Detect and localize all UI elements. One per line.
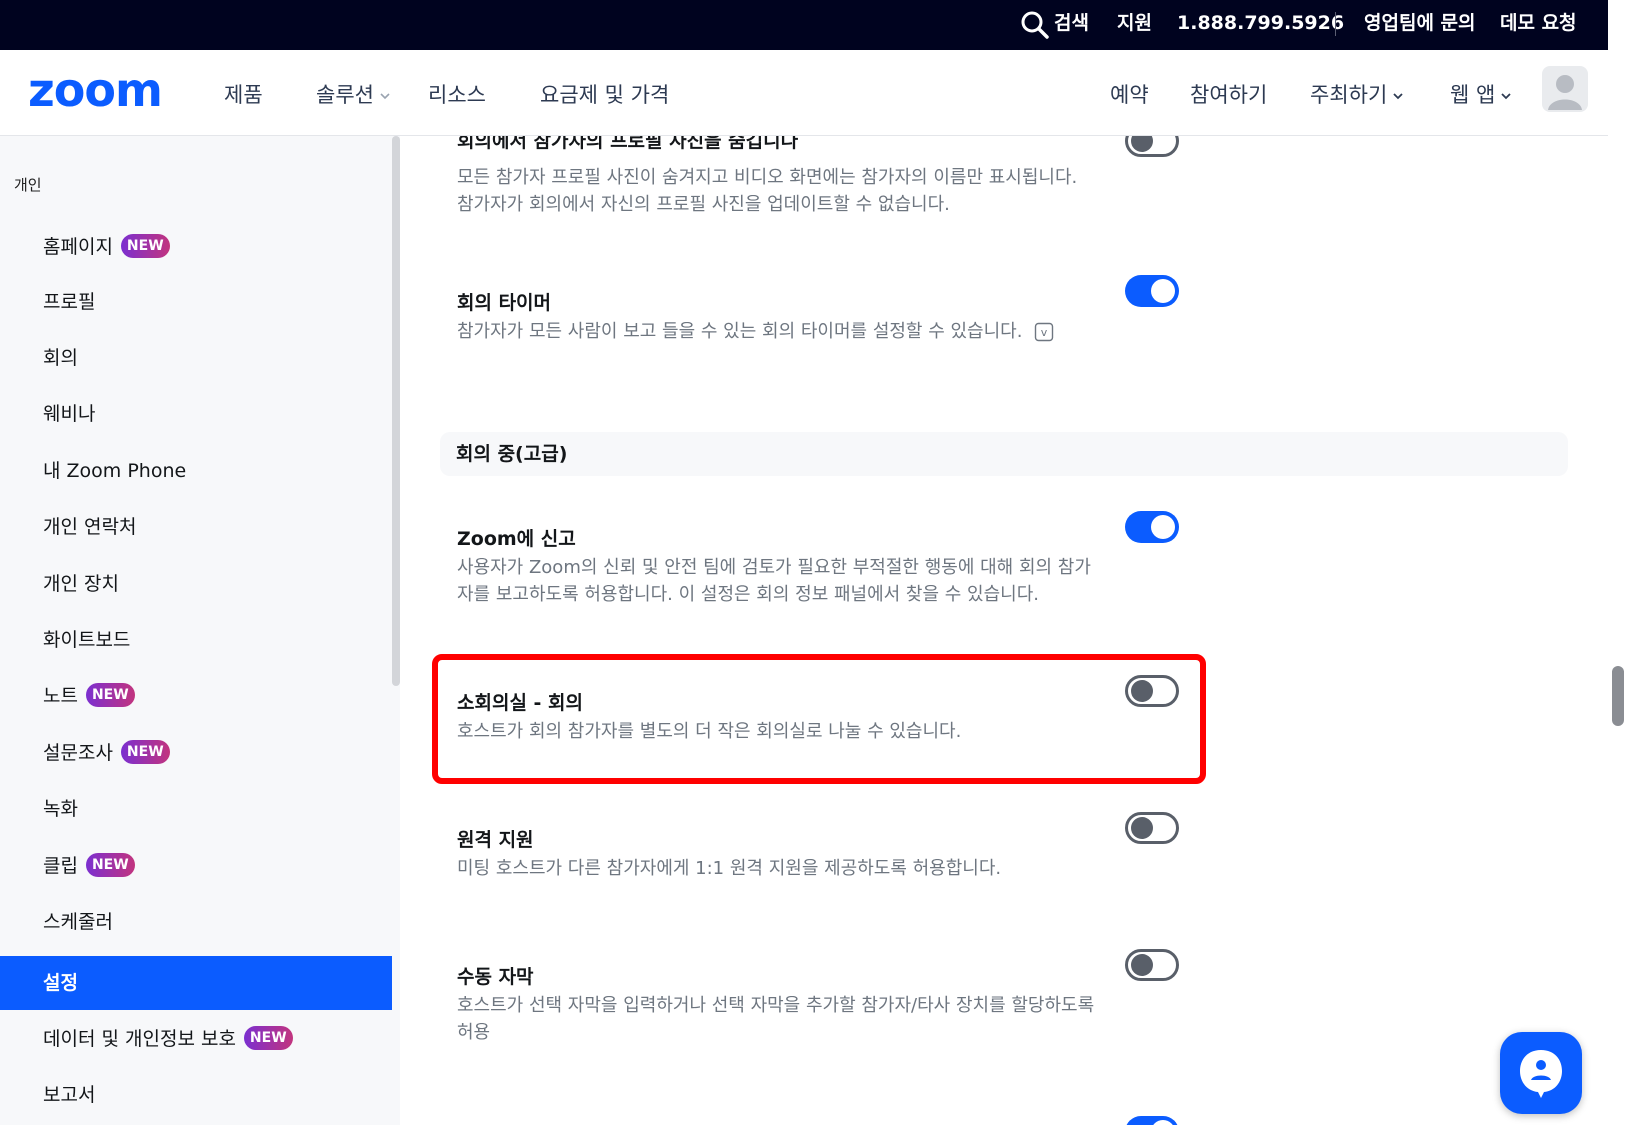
sidebar-item-meetings[interactable]: 회의 [0,331,392,385]
search-icon[interactable] [1020,10,1050,40]
host-menu-label: 주최하기 [1310,83,1388,107]
svg-text:zoom: zoom [28,70,162,114]
sidebar-item-label: 보고서 [43,1084,96,1106]
next-setting-toggle[interactable] [1125,1116,1179,1125]
sidebar-item-label: 홈페이지 [43,236,113,258]
chevron-down-icon [1501,93,1511,100]
nav-solutions-label: 솔루션 [316,83,374,107]
schedule-link[interactable]: 예약 [1110,50,1149,136]
sidebar-item-label: 녹화 [43,798,78,820]
zoom-logo[interactable]: zoom [28,70,178,114]
sidebar-item-label: 스케줄러 [43,911,113,933]
web-app-menu-label: 웹 앱 [1450,83,1496,107]
manual-captions-toggle[interactable] [1125,949,1179,981]
nav-pricing[interactable]: 요금제 및 가격 [540,50,669,136]
setting-description: 사용자가 Zoom의 신뢰 및 안전 팀에 검토가 필요한 부적절한 행동에 대… [457,557,1091,605]
sidebar-item-label: 회의 [43,347,78,369]
chat-support-button[interactable] [1500,1032,1582,1114]
sidebar-item-home[interactable]: 홈페이지 NEW [0,220,392,274]
setting-description: 호스트가 선택 자막을 입력하거나 선택 자막을 추가할 참가자/타사 장치를 … [457,995,1095,1043]
search-link[interactable]: 검색 [1054,0,1089,50]
setting-title: 수동 자막 [457,966,534,988]
host-menu[interactable]: 주최하기 [1310,50,1405,136]
nav-resources[interactable]: 리소스 [428,50,486,136]
highlight-box [432,654,1206,784]
sidebar-item-label: 노트 [43,685,78,707]
chat-bot-icon [1520,1050,1562,1098]
settings-content-lower: Zoom에 신고 사용자가 Zoom의 신뢰 및 안전 팀에 검토가 필요한 부… [400,136,1608,1125]
new-badge: NEW [120,233,170,258]
setting-title: 원격 지원 [457,829,534,851]
sidebar-item-scheduler[interactable]: 스케줄러 [0,895,392,949]
sidebar-item-settings[interactable]: 설정 [0,956,392,1010]
sidebar-item-data-privacy[interactable]: 데이터 및 개인정보 보호 NEW [0,1012,392,1066]
request-demo-link[interactable]: 데모 요청 [1500,0,1577,50]
sidebar-item-whiteboards[interactable]: 화이트보드 [0,613,392,667]
sidebar-item-recordings[interactable]: 녹화 [0,782,392,836]
report-to-zoom-toggle[interactable] [1125,511,1179,543]
sidebar-item-label: 개인 연락처 [43,516,137,538]
user-icon [1548,75,1582,110]
sidebar-item-contacts[interactable]: 개인 연락처 [0,500,392,554]
new-badge: NEW [85,682,135,707]
new-badge: NEW [243,1025,293,1050]
topbar-divider [1335,12,1336,36]
sidebar-item-label: 프로필 [43,291,96,313]
sidebar-item-label: 설문조사 [43,742,113,764]
join-link[interactable]: 참여하기 [1190,50,1267,136]
sidebar-item-profile[interactable]: 프로필 [0,275,392,329]
sidebar-item-notes[interactable]: 노트 NEW [0,669,392,723]
chevron-down-icon [380,93,390,100]
nav-products[interactable]: 제품 [224,50,263,136]
sidebar-item-reports[interactable]: 보고서 [0,1068,392,1122]
sidebar-item-label: 개인 장치 [43,573,119,595]
sidebar-item-label: 데이터 및 개인정보 보호 [43,1028,236,1050]
settings-sidebar: 개인 홈페이지 NEW 프로필 회의 웨비나 내 Zoom Phone 개인 연락… [0,136,400,1125]
phone-number[interactable]: 1.888.799.5926 [1177,0,1344,50]
nav-solutions[interactable]: 솔루션 [316,50,392,136]
sidebar-scrollbar[interactable] [392,136,400,686]
sidebar-item-label: 웨비나 [43,403,96,425]
main-header: zoom 제품 솔루션 리소스 요금제 및 가격 예약 참여하기 주최하기 웹 … [0,50,1608,136]
sidebar-item-label: 내 Zoom Phone [43,460,187,482]
utility-bar: 검색 지원 1.888.799.5926 영업팀에 문의 데모 요청 [0,0,1608,50]
sidebar-item-webinars[interactable]: 웨비나 [0,387,392,441]
sidebar-item-label: 설정 [43,972,78,994]
setting-description: 미팅 호스트가 다른 참가자에게 1:1 원격 지원을 제공하도록 허용합니다. [457,858,1002,879]
avatar[interactable] [1542,66,1588,112]
contact-sales-link[interactable]: 영업팀에 문의 [1364,0,1476,50]
support-link[interactable]: 지원 [1117,0,1152,50]
setting-title: Zoom에 신고 [457,528,576,550]
chevron-down-icon [1393,93,1403,100]
sidebar-item-devices[interactable]: 개인 장치 [0,557,392,611]
sidebar-item-label: 클립 [43,855,78,877]
remote-support-toggle[interactable] [1125,812,1179,844]
sidebar-item-clips[interactable]: 클립 NEW [0,839,392,893]
page-scrollbar-thumb[interactable] [1612,666,1624,726]
sidebar-item-surveys[interactable]: 설문조사 NEW [0,726,392,780]
page-scrollbar-track[interactable] [1608,0,1632,1125]
new-badge: NEW [120,739,170,764]
web-app-menu[interactable]: 웹 앱 [1450,50,1513,136]
sidebar-section-title: 개인 [14,176,42,194]
sidebar-item-label: 화이트보드 [43,629,131,651]
sidebar-item-zoom-phone[interactable]: 내 Zoom Phone [0,444,392,498]
new-badge: NEW [85,852,135,877]
